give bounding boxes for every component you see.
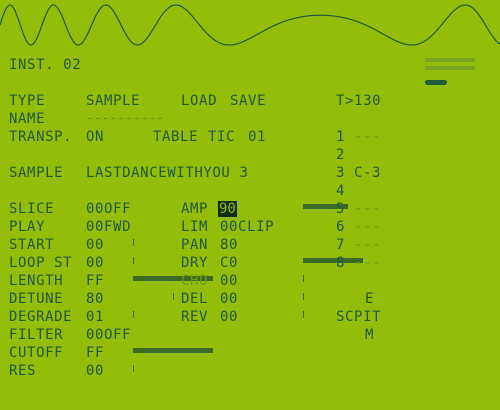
label-start: START (9, 237, 55, 253)
cutoff-value[interactable]: FF (86, 345, 104, 361)
rev-tick (303, 311, 304, 318)
label-loop-st: LOOP ST (9, 255, 73, 271)
label-play: PLAY (9, 219, 46, 235)
dry-value[interactable]: C0 (220, 255, 238, 271)
nav-m: M (365, 327, 375, 343)
length-value[interactable]: FF (86, 273, 104, 289)
loop-tick (133, 257, 134, 264)
cho-tick (303, 275, 304, 282)
table-row-note: --- (354, 201, 382, 217)
del-tick (303, 293, 304, 300)
label-del: DEL (181, 291, 209, 307)
table-tic-value[interactable]: 01 (248, 129, 266, 145)
table-row-num[interactable]: 8 (336, 255, 345, 271)
save-button[interactable]: SAVE (230, 93, 266, 109)
res-value[interactable]: 00 (86, 363, 104, 379)
pan-value[interactable]: 80 (220, 237, 238, 253)
table-row-note: --- (354, 237, 382, 253)
label-name: NAME (9, 111, 46, 127)
start-tick (133, 239, 134, 246)
play-value[interactable]: 00FWD (86, 219, 131, 235)
sample-value[interactable]: LASTDANCEWITHYOU 3 (86, 165, 249, 181)
transp-value[interactable]: ON (86, 129, 104, 145)
nav-scpit: SCPIT (336, 309, 382, 325)
loop-st-value[interactable]: 00 (86, 255, 104, 271)
start-value[interactable]: 00 (86, 237, 104, 253)
degrade-value[interactable]: 01 (86, 309, 104, 325)
cho-value[interactable]: 00 (220, 273, 238, 289)
slice-value[interactable]: 00OFF (86, 201, 131, 217)
table-row-num[interactable]: 5 (336, 201, 345, 217)
detune-value[interactable]: 80 (86, 291, 104, 307)
del-value[interactable]: 00 (220, 291, 238, 307)
label-detune: DETUNE (9, 291, 64, 307)
table-row-num[interactable]: 6 (336, 219, 345, 235)
label-type: TYPE (9, 93, 46, 109)
instrument-title: INST. 02 (9, 57, 82, 73)
table-row-note: --- (354, 129, 382, 145)
waveform-display (0, 4, 500, 46)
label-filter: FILTER (9, 327, 64, 343)
table-row-note: C-3 (354, 165, 382, 181)
type-value[interactable]: SAMPLE (86, 93, 140, 109)
table-row-num[interactable]: 4 (336, 183, 345, 199)
label-tic: TIC (208, 129, 236, 145)
label-slice: SLICE (9, 201, 55, 217)
table-row-note: --- (354, 219, 382, 235)
label-cutoff: CUTOFF (9, 345, 64, 361)
amp-value-selected[interactable]: 90 (218, 201, 237, 217)
table-row-note: --- (354, 255, 382, 271)
table-row-num[interactable]: 1 (336, 129, 345, 145)
label-res: RES (9, 363, 37, 379)
table-row-num[interactable]: 3 (336, 165, 345, 181)
cutoff-level-bar (133, 348, 213, 353)
label-degrade: DEGRADE (9, 309, 73, 325)
name-field[interactable]: ---------- (86, 111, 164, 127)
label-dry: DRY (181, 255, 209, 271)
level-bar-1 (425, 58, 475, 62)
table-row-num[interactable]: 7 (336, 237, 345, 253)
table-row-num[interactable]: 2 (336, 147, 345, 163)
label-cho: CHO (181, 273, 209, 289)
label-rev: REV (181, 309, 209, 325)
playhead-indicator (425, 80, 447, 85)
label-amp: AMP (181, 201, 209, 217)
level-bar-2 (425, 66, 475, 70)
label-length: LENGTH (9, 273, 64, 289)
rev-value[interactable]: 00 (220, 309, 238, 325)
tempo-display[interactable]: T>130 (336, 93, 381, 109)
nav-e: E (365, 291, 375, 307)
detune-tick (173, 293, 174, 300)
filter-value[interactable]: 00OFF (86, 327, 131, 343)
res-tick (133, 365, 134, 372)
load-button[interactable]: LOAD (181, 93, 217, 109)
degrade-tick (133, 311, 134, 318)
label-table: TABLE (153, 129, 199, 145)
label-transp: TRANSP. (9, 129, 73, 145)
label-pan: PAN (181, 237, 209, 253)
label-lim: LIM (181, 219, 209, 235)
lim-value[interactable]: 00CLIP (220, 219, 274, 235)
label-sample: SAMPLE (9, 165, 64, 181)
